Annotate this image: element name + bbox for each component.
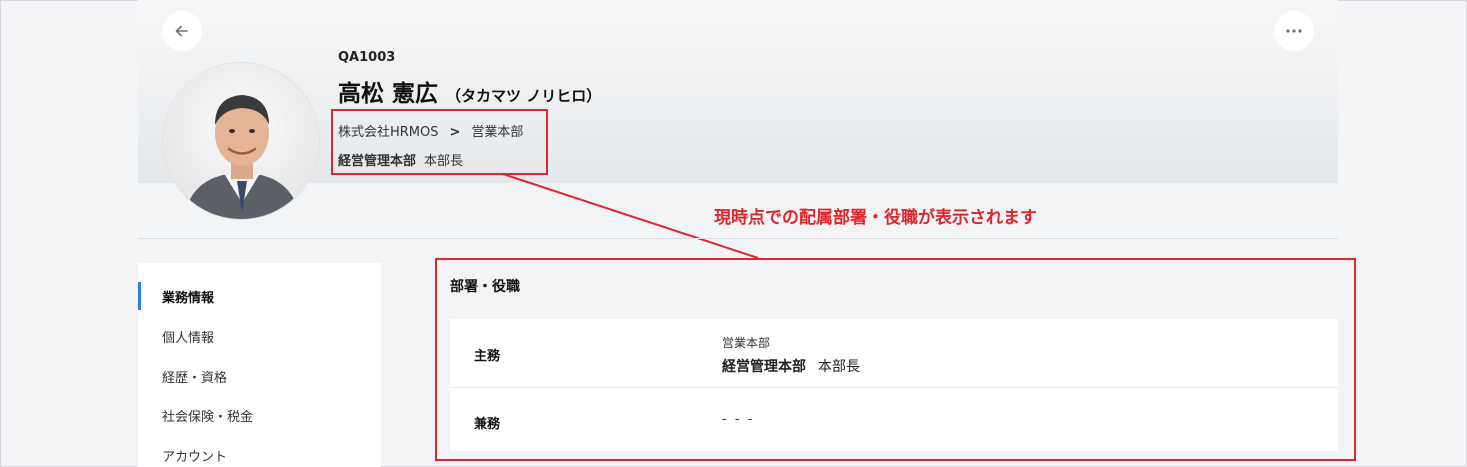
annotation-callout: 現時点での配属部署・役職が表示されます [714, 208, 1037, 228]
main-position: 本部長 [818, 359, 860, 375]
sidebar-nav: 業務情報 個人情報 経歴・資格 社会保険・税金 アカウント [138, 263, 381, 467]
header-divider [138, 238, 1338, 239]
sidebar-item-business-info[interactable]: 業務情報 [138, 276, 381, 316]
company-breadcrumb: 株式会社HRMOS > 営業本部 [338, 121, 523, 140]
arrow-left-icon [175, 25, 188, 37]
division-name: 営業本部 [471, 125, 524, 140]
more-button[interactable] [1274, 11, 1314, 51]
main-department: 経営管理本部 [722, 359, 806, 375]
main-division: 営業本部 [722, 336, 771, 350]
person-photo-icon [163, 63, 319, 219]
sidebar-item-career-qualifications[interactable]: 経歴・資格 [138, 356, 381, 396]
department-position: 経営管理本部 本部長 [338, 150, 463, 169]
employee-name: 高松 憲広 [338, 81, 439, 107]
sidebar-item-insurance-tax[interactable]: 社会保険・税金 [138, 395, 381, 435]
main-department-position: 経営管理本部 本部長 [722, 356, 860, 376]
back-button[interactable] [162, 11, 202, 51]
side-duty-value: - - - [722, 412, 755, 427]
sidebar-item-personal-info[interactable]: 個人情報 [138, 316, 381, 356]
employee-code: QA1003 [338, 50, 396, 65]
company-name: 株式会社HRMOS [338, 125, 439, 140]
sidebar-item-account[interactable]: アカウント [138, 435, 381, 467]
department-name: 経営管理本部 [338, 154, 417, 169]
employee-name-kana: （タカマツ ノリヒロ） [446, 87, 602, 105]
position-name: 本部長 [424, 154, 464, 169]
section-title: 部署・役職 [450, 279, 520, 295]
row-separator [450, 387, 1338, 388]
more-horizontal-icon [1286, 29, 1302, 33]
department-card [450, 319, 1338, 451]
avatar [162, 62, 320, 220]
employee-name-block: 高松 憲広 （タカマツ ノリヒロ） [338, 74, 601, 108]
main-duty-label: 主務 [474, 349, 501, 364]
side-duty-label: 兼務 [474, 417, 501, 432]
chevron-right-icon: > [449, 125, 461, 140]
